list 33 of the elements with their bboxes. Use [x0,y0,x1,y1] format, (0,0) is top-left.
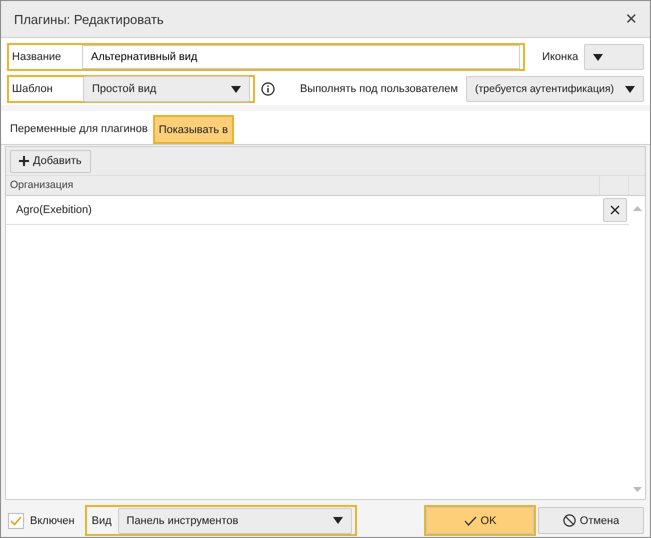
cancel-button[interactable]: Отмена [538,507,644,534]
info-icon[interactable] [261,82,275,96]
caret-icon [625,86,635,92]
combo-value: (требуется аутентификация) [475,83,614,95]
ok-button[interactable]: OK [426,507,534,534]
tab[interactable]: Показывать в [152,115,234,144]
table-cell-text: Agro(Exebition) [15,204,93,216]
field-label: Иконка [542,51,578,63]
name-input[interactable]: Альтернативный вид [82,45,520,69]
field-label: Название [12,51,62,63]
enabled-checkbox[interactable] [8,512,24,528]
icon-dropdown[interactable] [584,44,644,70]
field-label: Шаблон [12,83,54,95]
user-dropdown[interactable]: (требуется аутентификация) [466,76,644,102]
tab[interactable]: Переменные для плагинов [5,114,153,144]
plus-icon [19,156,29,166]
close-button[interactable]: ✕ [625,10,638,28]
window-title: Плагины: Редактировать [14,12,164,26]
checkbox-label: Включен [30,514,75,526]
template-dropdown[interactable]: Простой вид [83,76,250,102]
field-label: Выполнять под пользователем [300,83,458,95]
prohibited-icon [562,514,576,527]
check-icon [464,516,477,526]
delete-button[interactable] [603,198,627,222]
view-dropdown[interactable]: Панель инструментов [118,508,352,534]
caret-icon [231,86,241,92]
add-button[interactable]: Добавить [10,150,91,172]
combo-value: Простой вид [92,83,156,95]
caret-icon [332,517,343,524]
close-icon [610,205,620,215]
caret-icon [593,54,604,60]
field-label: Вид [92,514,112,526]
combo-value: Панель инструментов [126,514,238,526]
